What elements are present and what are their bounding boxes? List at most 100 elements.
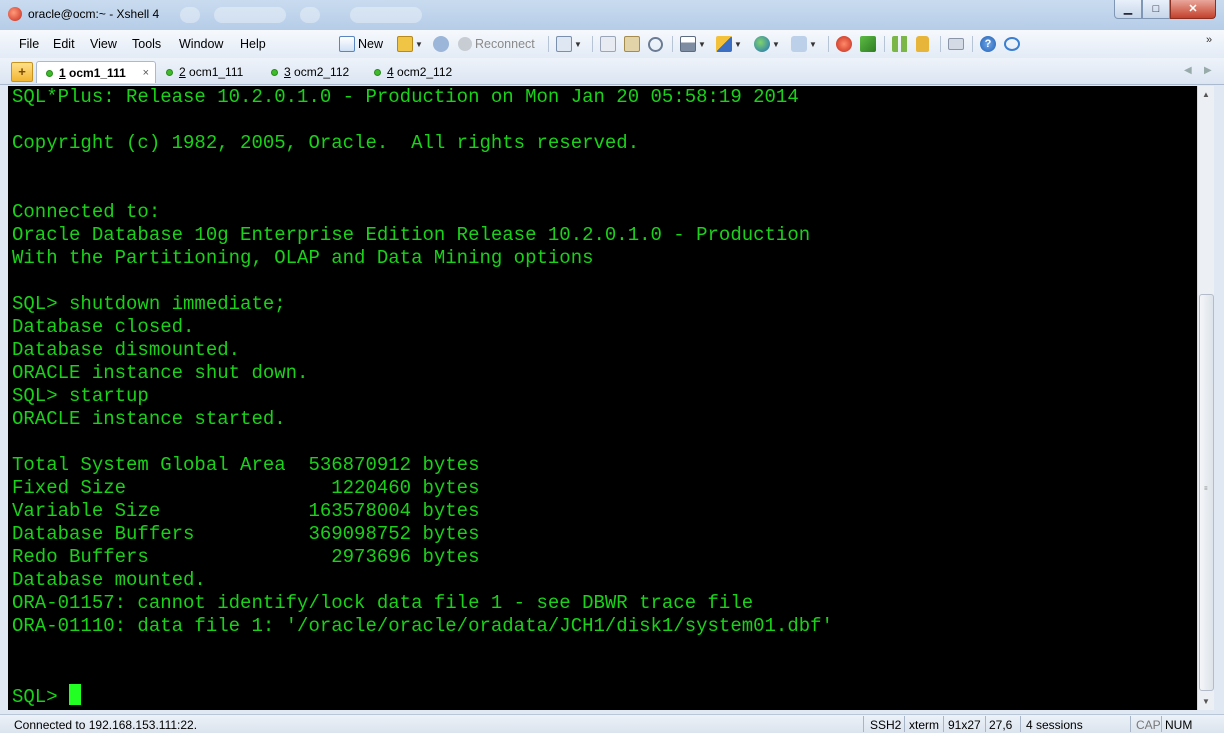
menu-file[interactable]: File bbox=[19, 37, 39, 51]
find-icon bbox=[648, 36, 663, 52]
tab-session-4[interactable]: 4 ocm2_112 bbox=[365, 61, 465, 83]
script-icon bbox=[860, 36, 876, 52]
script-button[interactable] bbox=[860, 35, 876, 53]
status-separator bbox=[1161, 716, 1162, 732]
menu-view[interactable]: View bbox=[90, 37, 117, 51]
copy-button[interactable] bbox=[600, 35, 616, 53]
connected-status-icon bbox=[374, 69, 381, 76]
tab-session-1[interactable]: 1 ocm1_111 × bbox=[36, 61, 156, 83]
connected-status-icon bbox=[271, 69, 278, 76]
new-session-button[interactable]: New bbox=[339, 35, 383, 53]
toolbar-separator bbox=[972, 36, 973, 52]
num-lock-indicator: NUM bbox=[1165, 718, 1193, 732]
vertical-scrollbar[interactable]: ▲ ≡ ▼ bbox=[1197, 86, 1214, 710]
keyboard-icon bbox=[948, 38, 964, 50]
help-icon: ? bbox=[980, 36, 996, 52]
status-separator bbox=[1020, 716, 1021, 732]
xftp-button[interactable] bbox=[836, 35, 852, 53]
add-session-icon[interactable]: + bbox=[11, 62, 33, 82]
tab-number: 1 bbox=[59, 66, 66, 80]
reconnect-icon bbox=[458, 37, 472, 51]
tab-label: ocm2_112 bbox=[397, 65, 453, 79]
status-separator bbox=[904, 716, 905, 732]
taskbar-ghost-item bbox=[214, 7, 286, 23]
tab-number: 4 bbox=[387, 65, 394, 79]
toolbar-separator bbox=[592, 36, 593, 52]
globe-icon bbox=[754, 36, 770, 52]
terminal-output: SQL*Plus: Release 10.2.0.1.0 - Productio… bbox=[12, 86, 833, 709]
toolbar-separator bbox=[828, 36, 829, 52]
reconnect-button[interactable]: Reconnect bbox=[458, 35, 535, 53]
new-session-icon bbox=[339, 36, 355, 52]
print-button[interactable]: ▼ bbox=[680, 35, 706, 53]
paste-button[interactable] bbox=[624, 35, 640, 53]
terminal-size-status: 91x27 bbox=[948, 718, 981, 732]
lock-button[interactable] bbox=[916, 35, 929, 53]
chevron-down-icon: ▼ bbox=[415, 39, 423, 49]
menu-help[interactable]: Help bbox=[240, 37, 266, 51]
menu-edit[interactable]: Edit bbox=[53, 37, 75, 51]
toolbar-overflow-icon[interactable]: » bbox=[1206, 34, 1212, 46]
window-controls: ▁ □ ✕ bbox=[1114, 0, 1216, 20]
globe-button[interactable]: ▼ bbox=[754, 35, 780, 53]
connected-status-icon bbox=[46, 70, 53, 77]
toolbar-separator bbox=[884, 36, 885, 52]
status-separator bbox=[943, 716, 944, 732]
menu-window[interactable]: Window bbox=[179, 37, 223, 51]
close-tab-icon[interactable]: × bbox=[143, 62, 149, 84]
tab-scroll-left-icon[interactable]: ◀ bbox=[1184, 65, 1192, 76]
taskbar-ghost-icon bbox=[180, 7, 200, 23]
help-button[interactable]: ? bbox=[980, 35, 996, 53]
chevron-down-icon: ▼ bbox=[772, 39, 780, 49]
font-button[interactable]: ▼ bbox=[791, 35, 817, 53]
link-icon bbox=[433, 36, 449, 52]
maximize-button[interactable]: □ bbox=[1142, 0, 1170, 19]
taskbar-ghost-icon bbox=[300, 7, 320, 23]
tab-scroll-right-icon[interactable]: ▶ bbox=[1204, 65, 1212, 76]
open-folder-icon bbox=[397, 36, 413, 52]
layout-icon bbox=[892, 36, 908, 52]
new-label: New bbox=[358, 37, 384, 51]
transfer-button[interactable]: ▼ bbox=[716, 35, 742, 53]
properties-icon bbox=[556, 36, 572, 52]
toolbar-separator bbox=[940, 36, 941, 52]
tab-session-3[interactable]: 3 ocm2_112 bbox=[262, 61, 362, 83]
xshell-app-icon[interactable] bbox=[8, 7, 22, 21]
title-bar: oracle@ocm:~ - Xshell 4 ▁ □ ✕ bbox=[0, 0, 1224, 31]
lock-icon bbox=[916, 36, 929, 52]
status-separator bbox=[985, 716, 986, 732]
chat-icon bbox=[1004, 37, 1020, 51]
sql-prompt: SQL> bbox=[12, 686, 70, 708]
tab-number: 3 bbox=[284, 65, 291, 79]
layout-button[interactable] bbox=[892, 35, 908, 53]
menu-toolbar: File Edit View Tools Window Help New ▼ R… bbox=[0, 30, 1224, 59]
sessions-count-status[interactable]: 4 sessions bbox=[1026, 718, 1083, 732]
menu-tools[interactable]: Tools bbox=[132, 37, 161, 51]
connected-status-icon bbox=[166, 69, 173, 76]
chevron-down-icon: ▼ bbox=[574, 39, 582, 49]
scrollbar-thumb[interactable]: ≡ bbox=[1199, 294, 1214, 691]
tab-session-2[interactable]: 2 ocm1_111 bbox=[157, 61, 257, 83]
terminal-type-status: xterm bbox=[909, 718, 939, 732]
terminal-lines: SQL*Plus: Release 10.2.0.1.0 - Productio… bbox=[12, 86, 833, 637]
minimize-button[interactable]: ▁ bbox=[1114, 0, 1142, 19]
chat-button[interactable] bbox=[1004, 35, 1020, 53]
terminal-view[interactable]: SQL*Plus: Release 10.2.0.1.0 - Productio… bbox=[8, 86, 1197, 710]
copy-icon bbox=[600, 36, 616, 52]
scroll-down-icon[interactable]: ▼ bbox=[1198, 693, 1214, 710]
find-button[interactable] bbox=[648, 35, 663, 53]
print-icon bbox=[680, 36, 696, 52]
toolbar-separator bbox=[548, 36, 549, 52]
status-bar: Connected to 192.168.153.111:22. SSH2 xt… bbox=[0, 714, 1224, 733]
keyboard-button[interactable] bbox=[948, 35, 964, 53]
protocol-status: SSH2 bbox=[870, 718, 902, 732]
font-icon bbox=[791, 36, 807, 52]
close-button[interactable]: ✕ bbox=[1170, 0, 1216, 19]
properties-button[interactable]: ▼ bbox=[556, 35, 582, 53]
scroll-up-icon[interactable]: ▲ bbox=[1198, 86, 1214, 103]
connection-status: Connected to 192.168.153.111:22. bbox=[14, 718, 198, 732]
paste-icon bbox=[624, 36, 640, 52]
disconnect-button[interactable] bbox=[433, 35, 449, 53]
session-tab-bar: + 1 ocm1_111 × 2 ocm1_111 3 ocm2_112 4 o… bbox=[0, 58, 1224, 85]
open-button[interactable]: ▼ bbox=[397, 35, 423, 53]
